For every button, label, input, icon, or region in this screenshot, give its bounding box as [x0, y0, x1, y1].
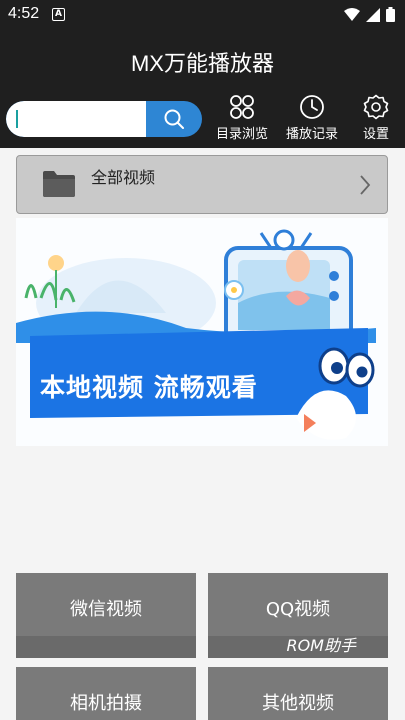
clock-history-icon	[300, 95, 324, 119]
tile-label: 微信视频	[70, 599, 142, 620]
search-input[interactable]	[6, 101, 146, 137]
banner-text: 本地视频 流畅观看	[40, 373, 258, 402]
nav-play-history[interactable]: 播放记录	[281, 94, 343, 142]
tile-bottom-strip	[16, 636, 196, 658]
app-bar: MX万能播放器 目录浏览 播放记录 设置	[0, 30, 405, 148]
banner-illustration	[16, 229, 376, 440]
tile-other-videos[interactable]: 其他视频	[208, 667, 388, 720]
promo-banner[interactable]: 本地视频 流畅观看	[16, 218, 388, 446]
tile-qq-videos[interactable]: QQ视频 ROM助手	[208, 573, 388, 658]
text-caret	[16, 110, 18, 128]
search-box	[6, 101, 202, 137]
status-icons	[344, 7, 395, 22]
tile-label: 相机拍摄	[70, 693, 142, 714]
nav-label: 目录浏览	[215, 127, 268, 142]
nav-label: 播放记录	[285, 127, 338, 142]
search-icon	[164, 109, 184, 129]
notification-app-icon: A	[52, 8, 65, 21]
status-bar: 4:52 A	[0, 0, 405, 30]
all-videos-row[interactable]: 全部视频	[16, 155, 388, 214]
watermark-text: ROM助手	[286, 636, 356, 655]
status-time: 4:52	[8, 5, 40, 22]
folder-icon	[43, 171, 75, 197]
nav-directory-browse[interactable]: 目录浏览	[211, 94, 273, 142]
search-button[interactable]	[146, 101, 202, 137]
battery-icon	[386, 7, 395, 22]
cellular-signal-icon	[366, 7, 380, 22]
all-videos-label: 全部视频	[91, 168, 156, 187]
nav-settings[interactable]: 设置	[345, 94, 405, 142]
chevron-right-icon	[360, 175, 371, 195]
wifi-icon	[344, 7, 360, 21]
tile-camera-videos[interactable]: 相机拍摄	[16, 667, 196, 720]
nav-label: 设置	[362, 127, 389, 142]
gear-icon	[363, 94, 389, 120]
tile-label: QQ视频	[265, 599, 331, 620]
tile-label: 其他视频	[262, 693, 334, 714]
grid-browse-icon	[230, 95, 254, 119]
app-title: MX万能播放器	[130, 51, 274, 76]
tile-wechat-videos[interactable]: 微信视频	[16, 573, 196, 658]
